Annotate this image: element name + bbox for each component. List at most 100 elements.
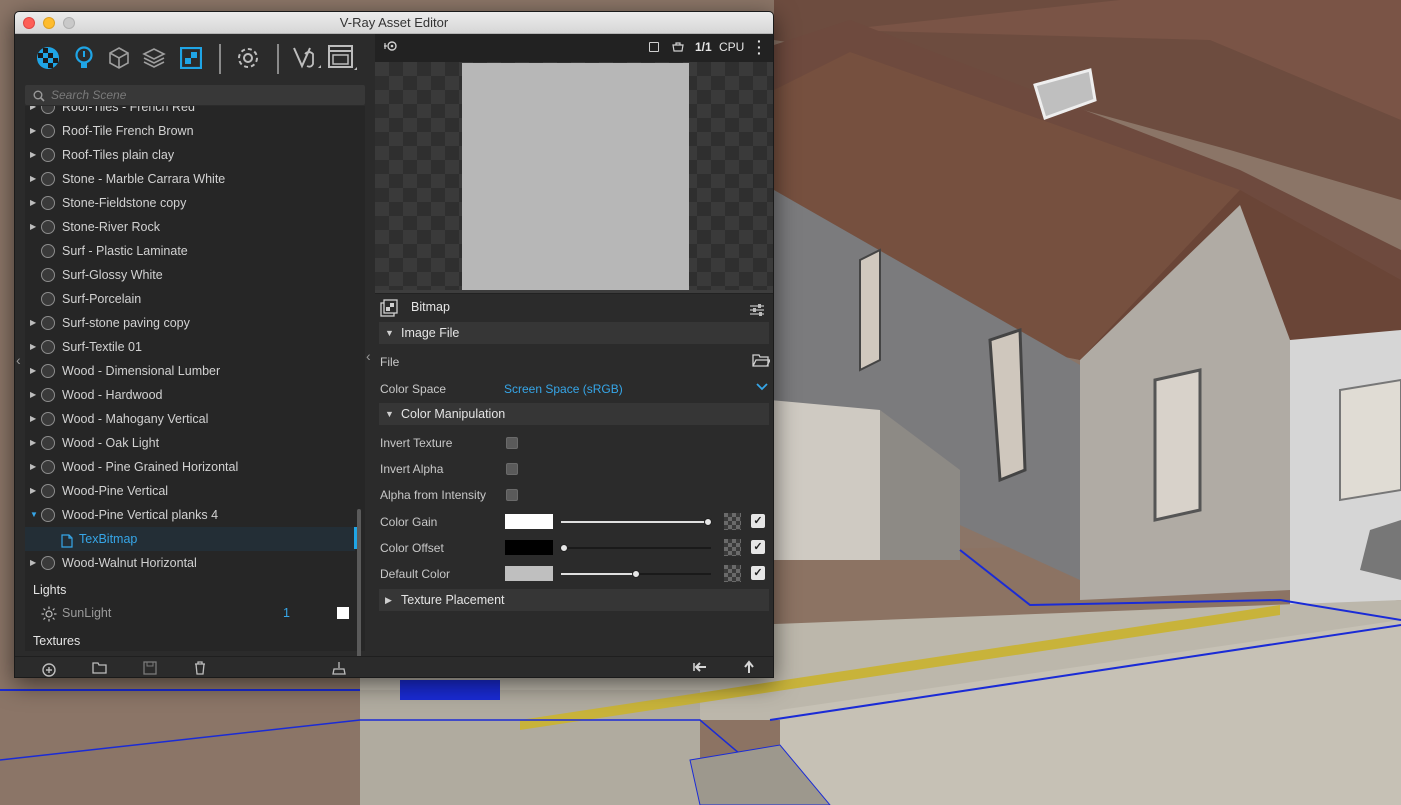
- list-item-material[interactable]: Surf-Glossy White: [25, 263, 355, 287]
- color-gain-texture-slot[interactable]: [724, 513, 741, 530]
- list-item-material[interactable]: ▶ Wood - Oak Light: [25, 431, 355, 455]
- list-item-texture[interactable]: TexBitmap: [25, 527, 355, 551]
- color-offset-swatch[interactable]: [505, 540, 553, 555]
- default-color-slider[interactable]: [561, 570, 711, 578]
- up-arrow-icon[interactable]: [742, 660, 756, 677]
- color-manipulation-section[interactable]: ▼ Color Manipulation: [379, 403, 769, 425]
- expand-arrow-icon[interactable]: ▶: [30, 455, 36, 479]
- list-item-material[interactable]: ▶ Wood-Pine Vertical: [25, 479, 355, 503]
- alpha-from-intensity-checkbox[interactable]: [506, 489, 518, 501]
- invert-texture-checkbox[interactable]: [506, 437, 518, 449]
- list-scrollbar[interactable]: [357, 509, 361, 669]
- collapse-left-icon[interactable]: ‹: [16, 352, 21, 368]
- close-window-button[interactable]: [23, 17, 35, 29]
- list-item-material[interactable]: ▶ Wood-Walnut Horizontal: [25, 551, 355, 575]
- color-offset-texture-slot[interactable]: [724, 539, 741, 556]
- texture-placement-section[interactable]: ▶ Texture Placement: [379, 589, 769, 611]
- file-label: File: [380, 355, 400, 369]
- expand-arrow-icon[interactable]: ▶: [30, 119, 36, 143]
- list-item-label: Surf - Plastic Laminate: [62, 244, 188, 258]
- expand-arrow-icon[interactable]: ▶: [30, 311, 36, 335]
- zoom-window-button[interactable]: [63, 17, 75, 29]
- expand-arrow-icon[interactable]: ▶: [30, 191, 36, 215]
- expand-arrow-icon[interactable]: ▶: [30, 383, 36, 407]
- expand-arrow-icon[interactable]: ▶: [30, 215, 36, 239]
- list-item-material[interactable]: ▶ Stone-River Rock: [25, 215, 355, 239]
- search-input[interactable]: Search Scene: [25, 85, 365, 105]
- list-item-material[interactable]: ▼ Wood-Pine Vertical planks 4: [25, 503, 355, 527]
- list-item-material[interactable]: ▶ Wood - Mahogany Vertical: [25, 407, 355, 431]
- color-offset-enable-checkbox[interactable]: ✓: [751, 540, 765, 554]
- purge-icon[interactable]: [331, 661, 347, 675]
- list-item-material[interactable]: Surf-Porcelain: [25, 287, 355, 311]
- sunlight-color-swatch[interactable]: [337, 607, 349, 619]
- geometry-icon[interactable]: [104, 43, 134, 73]
- expand-arrow-icon[interactable]: ▶: [30, 479, 36, 503]
- list-item-material[interactable]: ▶ Roof-Tiles - French Red: [25, 106, 355, 119]
- expand-arrow-icon[interactable]: ▶: [30, 143, 36, 167]
- frame-buffer-icon[interactable]: [327, 43, 357, 73]
- render-engine-label[interactable]: CPU: [719, 40, 744, 54]
- minimize-window-button[interactable]: [43, 17, 55, 29]
- open-file-icon[interactable]: [92, 661, 108, 675]
- sun-icon: [41, 606, 57, 630]
- expand-arrow-icon[interactable]: ▶: [30, 407, 36, 431]
- expand-arrow-icon[interactable]: ▶: [30, 551, 36, 575]
- default-color-swatch[interactable]: [505, 566, 553, 581]
- render-elements-icon[interactable]: [139, 43, 169, 73]
- settings-icon[interactable]: [233, 43, 263, 73]
- default-color-label: Default Color: [380, 567, 451, 581]
- list-item-material[interactable]: ▶ Roof-Tiles plain clay: [25, 143, 355, 167]
- selection-marker: [354, 527, 357, 549]
- materials-icon[interactable]: [33, 43, 63, 73]
- add-asset-icon[interactable]: [41, 661, 57, 677]
- expanded-arrow-icon[interactable]: ▼: [30, 503, 38, 527]
- textures-icon[interactable]: [176, 43, 206, 73]
- back-arrow-icon[interactable]: [693, 660, 707, 677]
- preview-shape-icon[interactable]: [649, 42, 659, 52]
- list-item-material[interactable]: Surf - Plastic Laminate: [25, 239, 355, 263]
- color-gain-enable-checkbox[interactable]: ✓: [751, 514, 765, 528]
- material-ball-icon: [41, 316, 55, 330]
- list-item-label: Roof-Tiles - French Red: [62, 106, 195, 114]
- color-offset-slider[interactable]: [560, 544, 711, 552]
- expand-arrow-icon[interactable]: ▶: [30, 431, 36, 455]
- list-item-sunlight[interactable]: SunLight 1: [25, 601, 355, 625]
- list-item-material[interactable]: ▶ Roof-Tile French Brown: [25, 119, 355, 143]
- title-bar[interactable]: V-Ray Asset Editor: [15, 12, 773, 34]
- expand-arrow-icon[interactable]: ▶: [30, 167, 36, 191]
- material-preview: [375, 62, 773, 290]
- preview-toggle-icon[interactable]: [383, 40, 399, 57]
- expand-arrow-icon[interactable]: ▶: [30, 359, 36, 383]
- list-item-material[interactable]: ▶ Wood - Hardwood: [25, 383, 355, 407]
- default-color-enable-checkbox[interactable]: ✓: [751, 566, 765, 580]
- chevron-down-icon[interactable]: [756, 380, 768, 395]
- preview-scene-icon[interactable]: [671, 40, 685, 57]
- open-folder-icon[interactable]: [752, 353, 772, 371]
- expand-arrow-icon[interactable]: ▶: [30, 335, 36, 359]
- list-item-material[interactable]: ▶ Wood - Dimensional Lumber: [25, 359, 355, 383]
- toolbar-separator: [219, 44, 221, 74]
- list-item-material[interactable]: ▶ Wood - Pine Grained Horizontal: [25, 455, 355, 479]
- collapse-panel-icon[interactable]: ‹: [366, 348, 371, 364]
- preview-ratio[interactable]: 1/1: [695, 40, 712, 54]
- invert-alpha-checkbox[interactable]: [506, 463, 518, 475]
- list-item-material[interactable]: ▶ Stone - Marble Carrara White: [25, 167, 355, 191]
- more-options-icon[interactable]: · · ·: [757, 34, 762, 60]
- interactive-render-icon[interactable]: [291, 43, 321, 73]
- color-gain-swatch[interactable]: [505, 514, 553, 529]
- preview-splitter[interactable]: [375, 290, 773, 293]
- lights-icon[interactable]: [69, 43, 99, 73]
- delete-icon[interactable]: [192, 661, 208, 675]
- expand-arrow-icon[interactable]: ▶: [30, 106, 36, 119]
- save-icon[interactable]: [142, 661, 158, 675]
- default-color-texture-slot[interactable]: [724, 565, 741, 582]
- material-ball-icon: [41, 364, 55, 378]
- image-file-section[interactable]: ▼ Image File: [379, 322, 769, 344]
- list-item-material[interactable]: ▶ Surf-Textile 01: [25, 335, 355, 359]
- color-space-select[interactable]: Screen Space (sRGB): [504, 382, 623, 396]
- list-item-material[interactable]: ▶ Stone-Fieldstone copy: [25, 191, 355, 215]
- list-item-material[interactable]: ▶ Surf-stone paving copy: [25, 311, 355, 335]
- color-gain-slider[interactable]: [561, 518, 712, 526]
- color-gain-label: Color Gain: [380, 515, 438, 529]
